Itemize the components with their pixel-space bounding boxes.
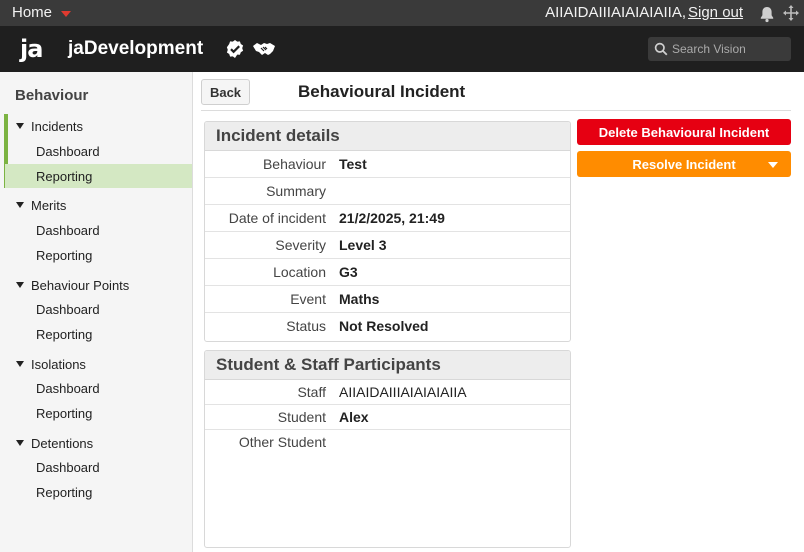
sidebar-item-behaviour-points-dashboard[interactable]: Dashboard	[5, 297, 192, 321]
incident-details-panel: Incident details Behaviour Test Summary …	[204, 121, 571, 342]
title-divider	[201, 110, 791, 111]
user-name: AIIAIDAIIIAIAIAIAIIA,	[545, 4, 686, 21]
chevron-down-icon	[16, 440, 24, 446]
sidebar-item-detentions-reporting[interactable]: Reporting	[5, 480, 192, 504]
sidebar-item-behaviour-points-reporting[interactable]: Reporting	[5, 322, 192, 346]
sign-out-link[interactable]: Sign out	[688, 4, 743, 21]
app-name: jaDevelopment	[68, 38, 204, 59]
app-header: ja jaDevelopment	[0, 26, 804, 72]
chevron-down-icon	[16, 123, 24, 129]
detail-row-location: Location G3	[205, 259, 570, 286]
top-bar: Home AIIAIDAIIIAIAIAIAIIA, Sign out	[0, 0, 804, 26]
detail-row-event: Event Maths	[205, 286, 570, 313]
chevron-down-icon	[16, 361, 24, 367]
sidebar-section-merits[interactable]: Merits	[5, 193, 192, 217]
chevron-down-icon	[16, 202, 24, 208]
back-button[interactable]: Back	[201, 79, 250, 105]
sidebar-section-detentions[interactable]: Detentions	[5, 431, 192, 455]
resolve-incident-label: Resolve Incident	[632, 157, 736, 172]
app-logo[interactable]: ja	[20, 35, 43, 63]
detail-row-behaviour: Behaviour Test	[205, 151, 570, 178]
participant-row-student: Student Alex	[205, 405, 570, 430]
detail-row-status: Status Not Resolved	[286, 318, 429, 334]
sidebar-item-incidents-reporting[interactable]: Reporting	[5, 164, 192, 188]
search-input[interactable]	[672, 37, 788, 61]
verified-badge-icon	[226, 40, 244, 58]
participant-row-staff: Staff AIIAIDAIIIAIAIAIAIIA	[205, 380, 570, 405]
sidebar-section-behaviour-points[interactable]: Behaviour Points	[5, 273, 192, 297]
sidebar-item-merits-dashboard[interactable]: Dashboard	[5, 218, 192, 242]
sidebar-item-detentions-dashboard[interactable]: Dashboard	[5, 455, 192, 479]
sidebar-item-merits-reporting[interactable]: Reporting	[5, 243, 192, 267]
home-caret-icon[interactable]	[61, 11, 71, 17]
detail-row-severity: Severity Level 3	[205, 232, 570, 259]
participants-panel: Student & Staff Participants Staff AIIAI…	[204, 350, 571, 548]
sidebar: Behaviour Incidents Dashboard Reporting …	[0, 72, 193, 552]
incident-details-heading: Incident details	[205, 122, 570, 151]
participants-heading: Student & Staff Participants	[205, 351, 570, 380]
sidebar-item-isolations-dashboard[interactable]: Dashboard	[5, 376, 192, 400]
move-arrows-icon[interactable]	[782, 4, 800, 22]
search-icon	[654, 42, 668, 56]
detail-row-summary: Summary	[205, 178, 570, 205]
chevron-down-icon	[16, 282, 24, 288]
handshake-icon[interactable]	[252, 39, 276, 59]
page-title: Behavioural Incident	[298, 82, 466, 101]
resolve-incident-button[interactable]: Resolve Incident	[577, 151, 791, 177]
sidebar-item-incidents-dashboard[interactable]: Dashboard	[5, 139, 192, 163]
participant-row-other-student: Other Student	[238, 434, 326, 450]
sidebar-section-isolations[interactable]: Isolations	[5, 352, 192, 376]
dropdown-caret-icon[interactable]	[768, 162, 778, 168]
sidebar-title: Behaviour	[15, 87, 89, 104]
home-menu[interactable]: Home	[12, 4, 52, 21]
main-content: Back Behavioural Incident Incident detai…	[193, 72, 804, 552]
detail-row-date: Date of incident 21/2/2025, 21:49	[205, 205, 570, 232]
delete-incident-button[interactable]: Delete Behavioural Incident	[577, 119, 791, 145]
sidebar-section-incidents[interactable]: Incidents	[5, 114, 192, 138]
bell-icon[interactable]	[758, 5, 776, 23]
sidebar-item-isolations-reporting[interactable]: Reporting	[5, 401, 192, 425]
